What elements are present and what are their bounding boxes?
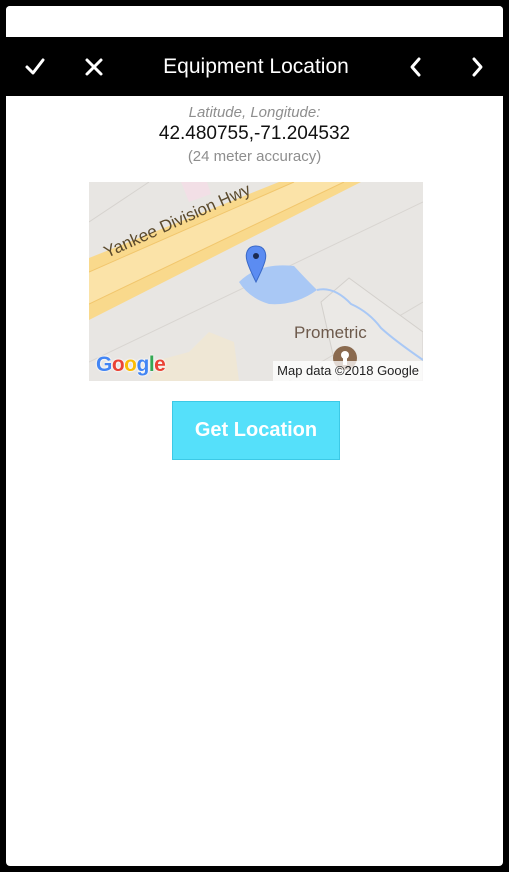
map-canvas: Yankee Division Hwy Prometric [89,182,423,381]
previous-button[interactable] [394,37,438,96]
logo-letter: o [111,353,125,376]
chevron-right-icon [472,57,483,76]
page-title: Equipment Location [163,55,349,78]
accuracy-text: (24 meter accuracy) [187,148,322,165]
place-label: Prometric [294,323,367,342]
checkmark-icon [25,58,45,74]
get-location-button[interactable]: Get Location [172,401,340,460]
app-frame: Equipment Location Latitude, Longitude: … [6,6,503,866]
logo-letter: o [124,353,137,376]
coordinates-value: 42.480755,-71.204532 [158,123,351,144]
logo-letter: g [136,353,150,376]
logo-letter: G [96,353,112,376]
logo-letter: e [154,353,166,376]
coordinates-label: Latitude, Longitude: [188,104,321,121]
confirm-button[interactable] [13,37,57,96]
next-button[interactable] [455,37,499,96]
google-logo: Google [96,353,166,377]
close-icon [85,58,103,75]
map-attribution[interactable]: Map data ©2018 Google [273,361,423,381]
chevron-left-icon [410,57,421,76]
status-bar [6,6,503,37]
navigation-bar: Equipment Location [6,37,503,96]
location-map[interactable]: Yankee Division Hwy Prometric Google Map… [89,182,423,381]
